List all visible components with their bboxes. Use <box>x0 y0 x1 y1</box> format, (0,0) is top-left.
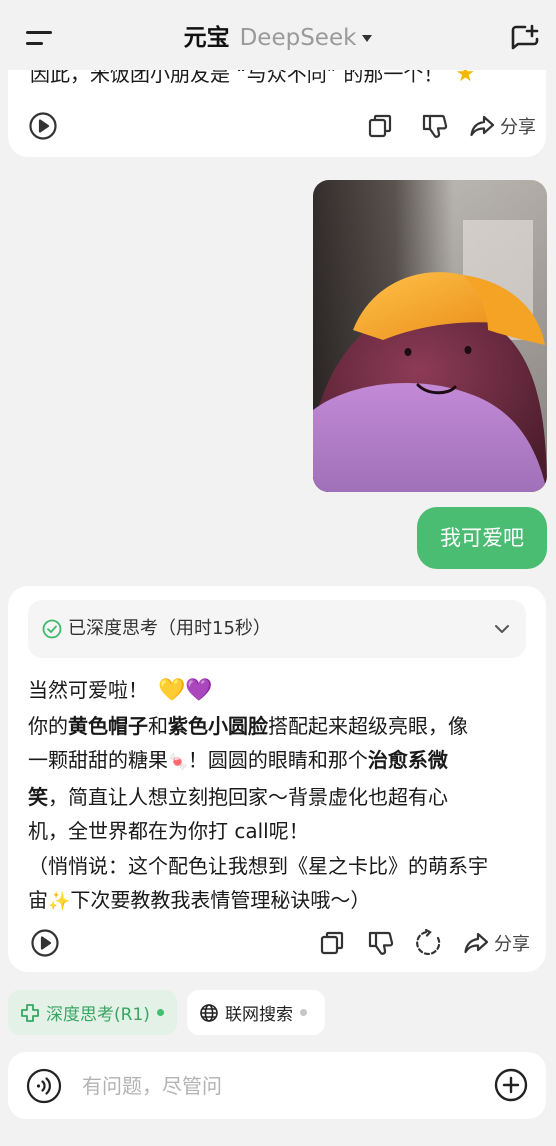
user-photo[interactable] <box>313 180 547 492</box>
dislike-button[interactable] <box>366 925 396 961</box>
reply-span: （悄悄说：这个配色让我想到《星之卡比》的萌系宇 <box>28 853 488 878</box>
deep-think-icon <box>21 1003 39 1022</box>
reply-span: 一颗甜甜的糖果 <box>28 748 168 772</box>
composer <box>8 1052 546 1119</box>
title-area: 元宝 DeepSeek <box>0 22 556 54</box>
reply-line: 机，全世界都在为你打 call呢！ <box>28 814 528 849</box>
assistant-reply-card: 已深度思考（用时15秒） 当然可爱啦！ 💛💜 你的黄色帽子和紫色小圆脸搭配起来超级… <box>8 586 546 972</box>
reply-span: 搭配起来超级亮眼，像 <box>268 713 468 738</box>
copy-button[interactable] <box>318 925 346 961</box>
reply-bold: 治愈系微 <box>367 748 448 772</box>
reply-span: ！圆圆的眼睛和那个 <box>187 748 368 772</box>
copy-button[interactable] <box>366 108 394 144</box>
user-message-bubble[interactable]: 我可爱吧 <box>417 507 547 569</box>
reply-span: 和 <box>148 713 168 738</box>
deep-think-label: 深度思考(R1) <box>46 1005 150 1025</box>
plus-icon[interactable] <box>494 1068 528 1102</box>
regenerate-button[interactable] <box>414 925 444 961</box>
reply-bold: 黄色帽子 <box>68 713 148 738</box>
share-button[interactable]: 分享 <box>462 925 530 961</box>
reply-span: 下次要教教我表情管理秘诀哦～） <box>70 888 371 912</box>
purple-heart-icon: 💜 <box>185 678 213 703</box>
reply-line: 宙✨下次要教教我表情管理秘诀哦～） <box>28 888 371 912</box>
web-search-toggle[interactable]: 联网搜索 <box>187 990 325 1035</box>
copy-icon <box>320 931 344 955</box>
chat-screen: 元宝DeepSeek 因此，米饭团小朋友是 “与众不同” 的那一个！★ 分享 <box>0 0 556 1146</box>
refresh-icon <box>416 928 441 956</box>
web-search-label: 联网搜索 <box>225 1005 293 1025</box>
share-icon <box>470 115 495 137</box>
reply-line: （悄悄说：这个配色让我想到《星之卡比》的萌系宇 <box>28 849 528 884</box>
reply-span: 机，全世界都在为你打 call呢！ <box>28 819 309 843</box>
caret-down-icon[interactable] <box>362 35 373 42</box>
top-bar: 元宝 DeepSeek <box>0 0 556 70</box>
globe-icon <box>200 1003 218 1022</box>
chevron-down-icon[interactable] <box>494 622 510 636</box>
play-icon <box>29 112 57 140</box>
check-circle-icon <box>42 619 62 639</box>
play-icon <box>31 929 59 957</box>
status-dot <box>300 1009 307 1016</box>
reply-line: 当然可爱啦！ 💛💜 <box>28 673 528 709</box>
play-audio-button[interactable] <box>28 108 58 144</box>
previous-reply-actions: 分享 <box>8 108 546 144</box>
share-button[interactable]: 分享 <box>468 108 536 144</box>
deep-think-toggle[interactable]: 深度思考(R1) <box>8 990 177 1035</box>
status-dot <box>156 1009 164 1016</box>
app-title: 元宝 <box>183 25 230 51</box>
thumbs-down-icon <box>422 114 448 138</box>
voice-input-icon[interactable] <box>26 1068 62 1104</box>
reply-bold: 笑 <box>28 784 48 809</box>
reply-span: 当然可爱啦！ <box>28 678 148 702</box>
sparkles-icon: ✨ <box>48 891 71 912</box>
thumbs-down-icon <box>368 931 394 955</box>
thinking-label: 已深度思考（用时15秒） <box>68 618 271 639</box>
new-chat-icon[interactable] <box>508 22 542 56</box>
play-audio-button[interactable] <box>30 925 60 961</box>
assistant-reply-text: 当然可爱啦！ 💛💜 你的黄色帽子和紫色小圆脸搭配起来超级亮眼，像 一颗甜甜的糖果🍬… <box>28 673 528 920</box>
copy-icon <box>368 114 392 138</box>
reply-line: 笑，简直让人想立刻抱回家～背景虚化也超有心 <box>28 780 528 815</box>
reply-actions: 分享 <box>8 925 546 961</box>
reply-span: 你的 <box>28 713 68 738</box>
dislike-button[interactable] <box>420 108 450 144</box>
share-icon <box>464 932 489 954</box>
message-input[interactable] <box>82 1066 472 1106</box>
candy-icon: 🍬 <box>168 752 188 771</box>
reply-bold: 紫色小圆脸 <box>168 713 268 738</box>
reply-line: 你的黄色帽子和紫色小圆脸搭配起来超级亮眼，像 <box>28 709 528 744</box>
share-label: 分享 <box>494 934 530 955</box>
reply-line: 一颗甜甜的糖果🍬！圆圆的眼睛和那个治愈系微 <box>28 743 528 780</box>
model-selector[interactable]: DeepSeek <box>240 25 357 51</box>
share-label: 分享 <box>500 117 536 138</box>
thinking-summary[interactable]: 已深度思考（用时15秒） <box>28 600 526 658</box>
yellow-heart-icon: 💛 <box>158 678 186 703</box>
reply-span: ，简直让人想立刻抱回家～背景虚化也超有心 <box>48 784 448 809</box>
